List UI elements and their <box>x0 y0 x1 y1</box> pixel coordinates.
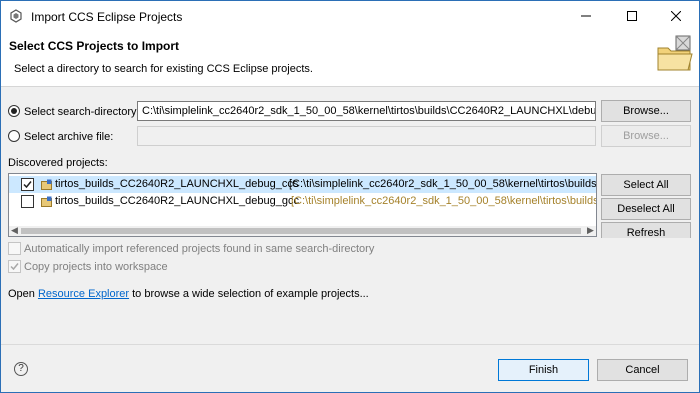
project-path: [C:\ti\simplelink_cc2640r2_sdk_1_50_00_5… <box>289 178 597 190</box>
resource-explorer-hint: Open Resource Explorer to browse a wide … <box>8 288 369 300</box>
copy-projects-label: Copy projects into workspace <box>24 261 168 273</box>
refresh-button-clip: Refresh <box>601 222 691 238</box>
search-directory-radio[interactable] <box>8 105 20 117</box>
horizontal-scrollbar[interactable]: ◀ ▶ <box>9 225 596 236</box>
project-checkbox[interactable] <box>21 178 34 191</box>
scroll-right-icon[interactable]: ▶ <box>587 225 594 236</box>
scroll-left-icon[interactable]: ◀ <box>11 225 18 236</box>
wizard-banner: Select CCS Projects to Import Select a d… <box>1 31 699 87</box>
title-bar: Import CCS Eclipse Projects <box>1 1 699 31</box>
search-directory-label: Select search-directory: <box>24 106 140 118</box>
page-title: Select CCS Projects to Import <box>9 39 180 53</box>
project-row-gcc[interactable]: tirtos_builds_CC2640R2_LAUNCHXL_debug_gc… <box>9 193 597 210</box>
project-folder-icon <box>41 196 52 207</box>
footer-divider <box>1 344 699 345</box>
auto-import-label: Automatically import referenced projects… <box>24 243 375 255</box>
hint-suffix: to browse a wide selection of example pr… <box>129 288 369 300</box>
import-dialog: Import CCS Eclipse Projects Select CCS P… <box>0 0 700 393</box>
auto-import-checkbox[interactable] <box>8 242 21 255</box>
browse-directory-button[interactable]: Browse... <box>601 100 691 122</box>
checkmark-icon <box>10 263 19 271</box>
project-row-ccs[interactable]: tirtos_builds_CC2640R2_LAUNCHXL_debug_cc… <box>9 176 597 193</box>
hint-prefix: Open <box>8 288 38 300</box>
archive-file-radio[interactable] <box>8 130 20 142</box>
close-icon <box>671 11 681 21</box>
resource-explorer-link[interactable]: Resource Explorer <box>38 288 129 300</box>
help-icon[interactable]: ? <box>14 362 28 376</box>
copy-projects-checkbox[interactable] <box>8 260 21 273</box>
maximize-button[interactable] <box>609 1 655 31</box>
scrollbar-thumb[interactable] <box>21 228 581 234</box>
project-path: [C:\ti\simplelink_cc2640r2_sdk_1_50_00_5… <box>291 195 597 207</box>
project-name: tirtos_builds_CC2640R2_LAUNCHXL_debug_cc… <box>55 178 299 190</box>
project-checkbox[interactable] <box>21 195 34 208</box>
discovered-projects-label: Discovered projects: <box>8 157 108 169</box>
archive-file-field[interactable] <box>137 126 596 146</box>
checkmark-icon <box>23 181 32 189</box>
finish-button[interactable]: Finish <box>498 359 589 381</box>
archive-file-label: Select archive file: <box>24 131 114 143</box>
minimize-icon <box>581 15 591 17</box>
discovered-projects-list[interactable]: tirtos_builds_CC2640R2_LAUNCHXL_debug_cc… <box>8 173 597 237</box>
window-title: Import CCS Eclipse Projects <box>31 10 183 24</box>
cancel-button[interactable]: Cancel <box>597 359 688 381</box>
deselect-all-button[interactable]: Deselect All <box>601 198 691 220</box>
refresh-button[interactable]: Refresh <box>601 222 691 238</box>
minimize-button[interactable] <box>563 1 609 31</box>
import-folder-icon <box>657 35 693 71</box>
close-button[interactable] <box>653 1 699 31</box>
maximize-icon <box>627 11 637 21</box>
search-directory-field[interactable]: C:\ti\simplelink_cc2640r2_sdk_1_50_00_58… <box>137 101 596 121</box>
browse-archive-button[interactable]: Browse... <box>601 125 691 147</box>
select-all-button[interactable]: Select All <box>601 174 691 196</box>
ccs-app-icon <box>10 9 22 23</box>
page-description: Select a directory to search for existin… <box>14 63 313 75</box>
project-name: tirtos_builds_CC2640R2_LAUNCHXL_debug_gc… <box>55 195 299 207</box>
project-folder-icon <box>41 179 52 190</box>
